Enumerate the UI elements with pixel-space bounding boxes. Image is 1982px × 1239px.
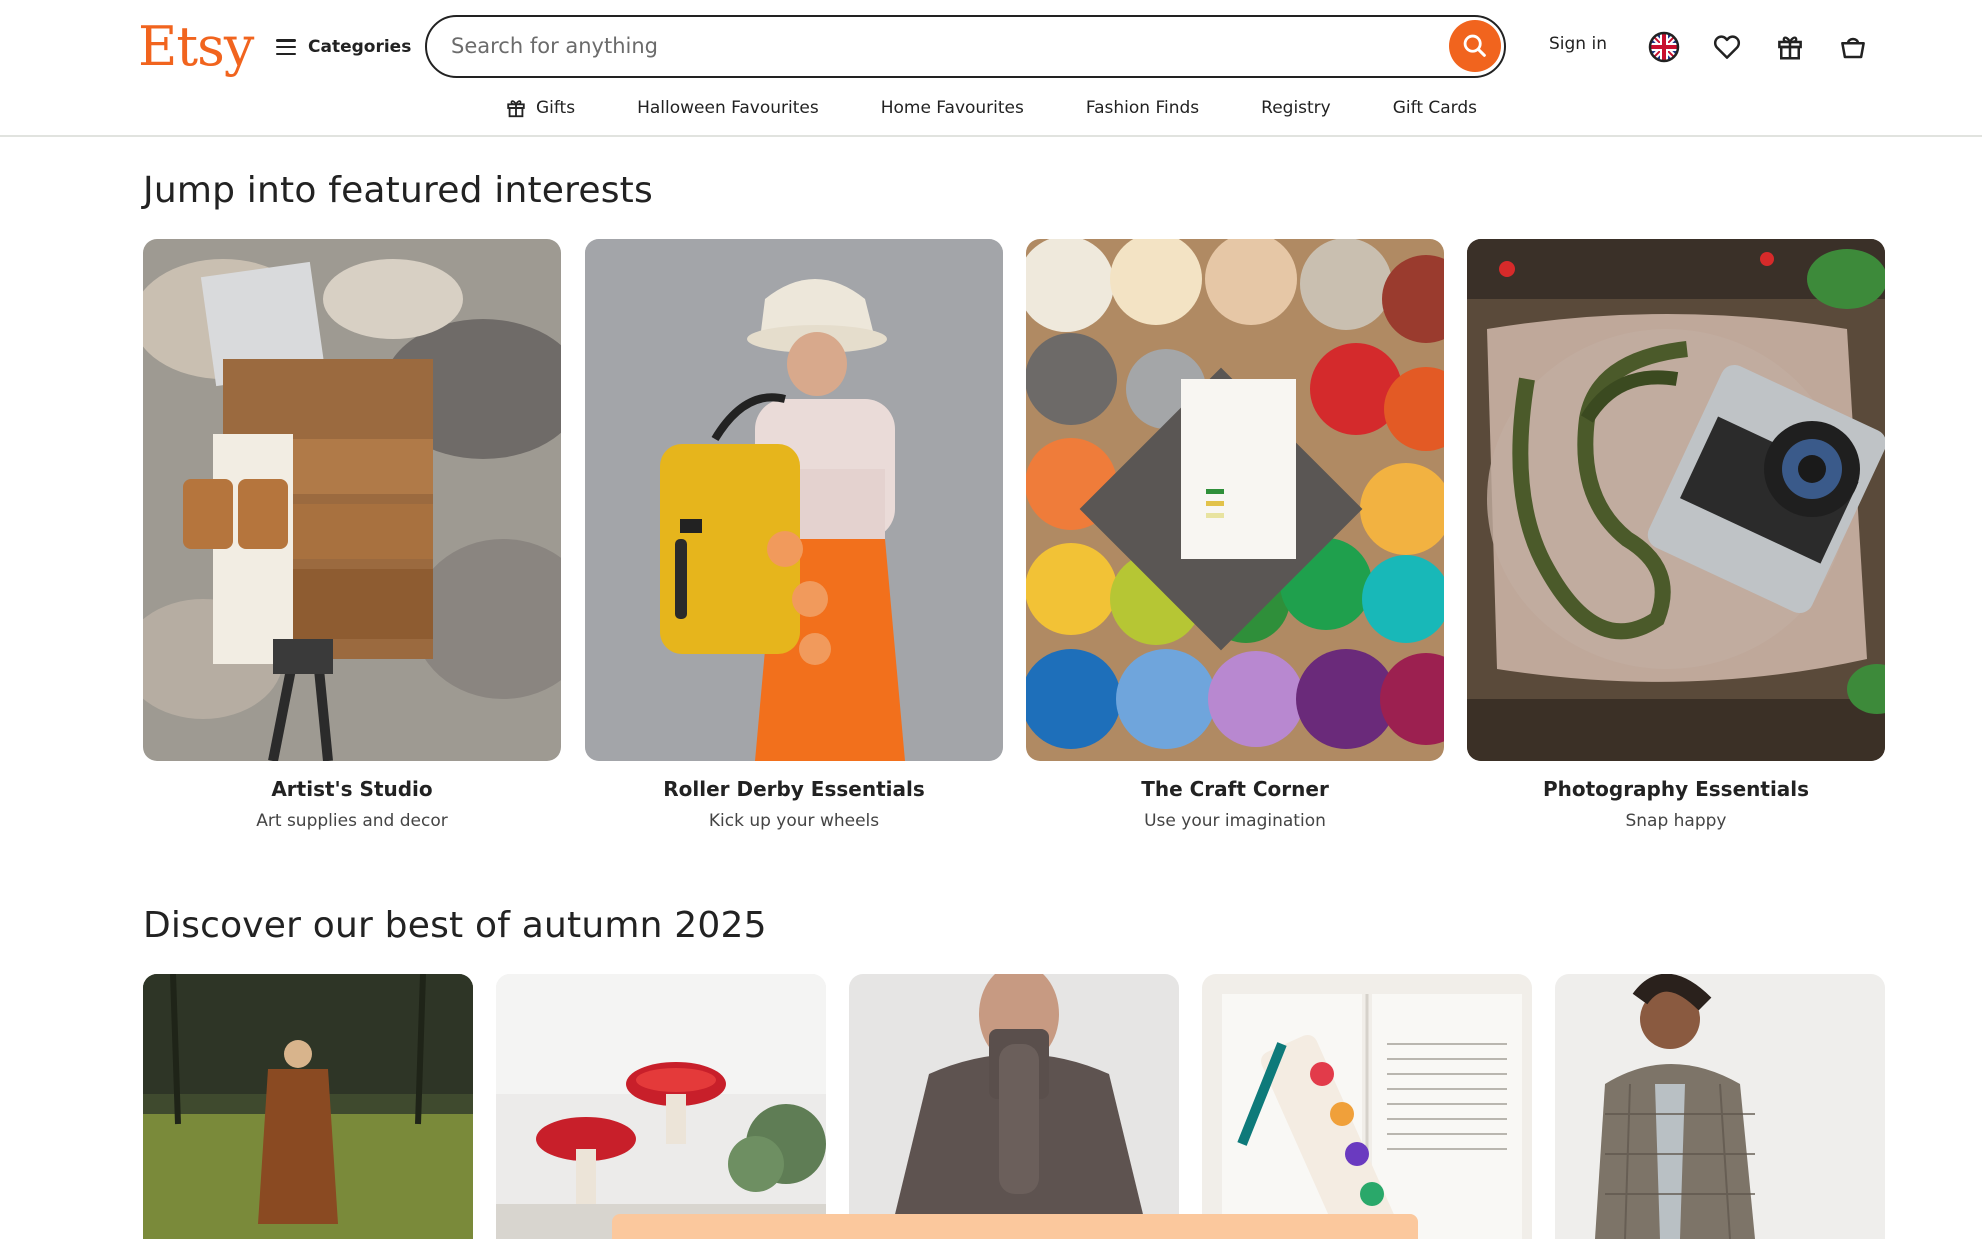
- uk-flag-icon: [1648, 31, 1680, 63]
- search-button[interactable]: [1449, 20, 1501, 72]
- autumn-item-image: [1202, 974, 1532, 1239]
- nav-item-fashion[interactable]: Fashion Finds: [1055, 92, 1230, 124]
- interest-title: Photography Essentials: [1542, 777, 1810, 801]
- site-header: Etsy Categories Sign in: [0, 0, 1982, 137]
- autumn-item-card[interactable]: [1202, 974, 1532, 1239]
- roller-derby-image: [585, 239, 1003, 761]
- autumn-item-image: [496, 974, 826, 1239]
- gift-button[interactable]: [1769, 26, 1811, 68]
- interest-card[interactable]: Roller Derby Essentials Kick up your whe…: [585, 239, 1003, 831]
- hamburger-icon: [276, 39, 296, 55]
- autumn-item-card[interactable]: [849, 974, 1179, 1239]
- search-icon: [1463, 34, 1486, 57]
- favorites-button[interactable]: [1706, 26, 1748, 68]
- sub-navigation: Gifts Halloween Favourites Home Favourit…: [0, 92, 1982, 124]
- autumn-item-image: [143, 974, 473, 1239]
- search-bar: [425, 15, 1506, 78]
- nav-item-halloween[interactable]: Halloween Favourites: [606, 92, 850, 124]
- gift-icon: [1778, 36, 1802, 60]
- etsy-logo[interactable]: Etsy: [138, 12, 254, 82]
- autumn-item-card[interactable]: [1555, 974, 1885, 1239]
- categories-button[interactable]: Categories: [276, 30, 411, 64]
- autumn-item-image: [849, 974, 1179, 1239]
- autumn-item-card[interactable]: [143, 974, 473, 1239]
- photography-image: [1467, 239, 1885, 761]
- interest-subtitle: Snap happy: [1625, 811, 1727, 831]
- interest-card[interactable]: The Craft Corner Use your imagination: [1026, 239, 1444, 831]
- shopping-bag-icon: [1841, 37, 1865, 59]
- interest-title: Roller Derby Essentials: [663, 777, 925, 801]
- autumn-item-image: [1555, 974, 1885, 1239]
- sign-in-link[interactable]: Sign in: [1549, 34, 1607, 54]
- interest-title: The Craft Corner: [1141, 777, 1329, 801]
- language-flag-button[interactable]: [1643, 26, 1685, 68]
- cart-button[interactable]: [1832, 26, 1874, 68]
- nav-item-registry[interactable]: Registry: [1230, 92, 1362, 124]
- nav-item-gift-cards[interactable]: Gift Cards: [1362, 92, 1508, 124]
- gift-icon: [507, 100, 525, 118]
- interest-title: Artist's Studio: [271, 777, 433, 801]
- interest-card[interactable]: Photography Essentials Snap happy: [1467, 239, 1885, 831]
- nav-item-home[interactable]: Home Favourites: [850, 92, 1055, 124]
- autumn-section-title: Discover our best of autumn 2025: [143, 905, 767, 946]
- nav-item-label: Gifts: [535, 98, 576, 118]
- craft-corner-image: [1026, 239, 1444, 761]
- interest-card[interactable]: Artist's Studio Art supplies and decor: [143, 239, 561, 831]
- featured-section-title: Jump into featured interests: [143, 170, 653, 211]
- interest-subtitle: Use your imagination: [1144, 811, 1326, 831]
- categories-label: Categories: [308, 37, 412, 57]
- bottom-banner: [612, 1214, 1418, 1239]
- autumn-item-card[interactable]: [496, 974, 826, 1239]
- artist-studio-image: [143, 239, 561, 761]
- nav-item-gifts[interactable]: Gifts: [474, 92, 606, 124]
- search-input[interactable]: [451, 27, 1431, 65]
- interest-subtitle: Art supplies and decor: [256, 811, 448, 831]
- interest-subtitle: Kick up your wheels: [708, 811, 880, 831]
- heart-icon: [1713, 35, 1741, 59]
